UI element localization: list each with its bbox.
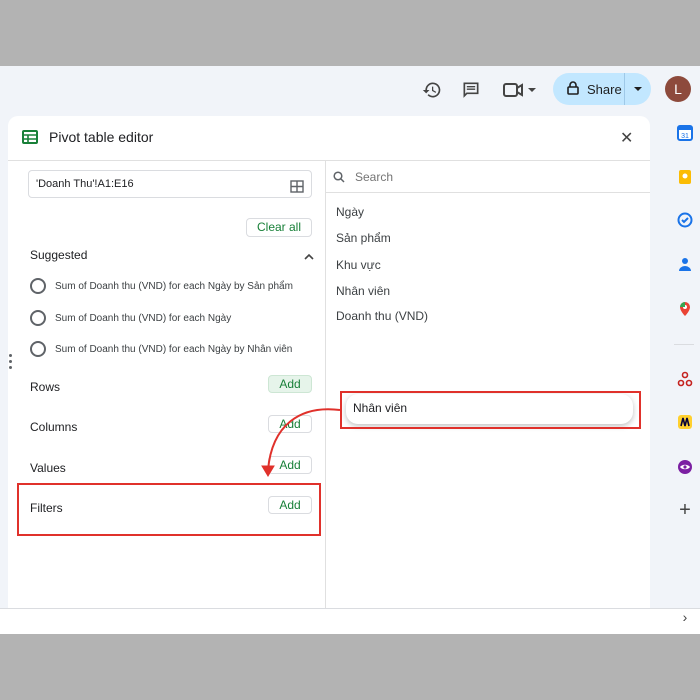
drag-arrow [261, 408, 341, 477]
